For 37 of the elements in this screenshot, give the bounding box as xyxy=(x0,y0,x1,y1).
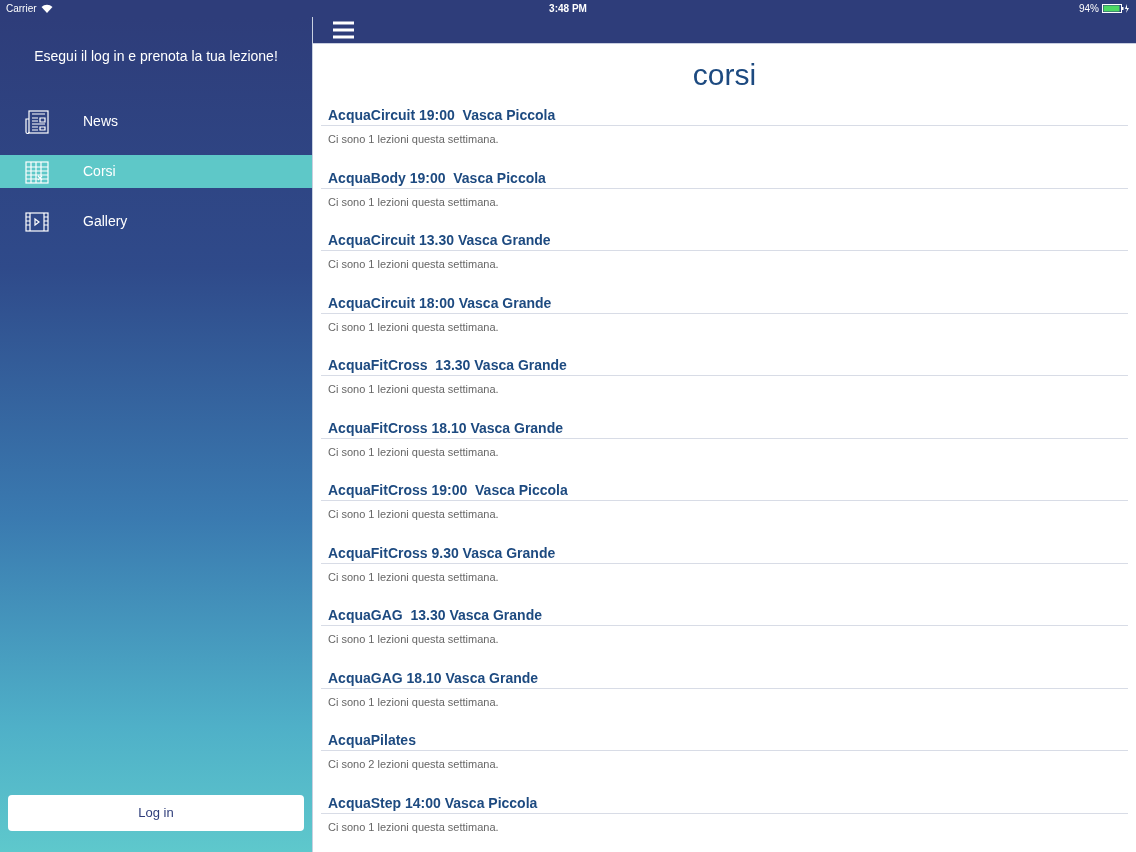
course-lessons-count: Ci sono 2 lezioni questa settimana. xyxy=(327,757,500,772)
course-title[interactable]: AcquaGAG 13.30 Vasca Grande xyxy=(321,602,1128,626)
course-lessons-count: Ci sono 1 lezioni questa settimana. xyxy=(327,694,500,710)
newspaper-icon xyxy=(24,108,50,135)
course-lessons-count: Ci sono 1 lezioni questa settimana. xyxy=(327,569,500,585)
course-title[interactable]: AcquaGAG 18.10 Vasca Grande xyxy=(321,664,1128,689)
course-title[interactable]: AcquaFitCross 18.10 Vasca Grande xyxy=(321,414,1128,439)
course-lessons-count: Ci sono 1 lezioni questa settimana. xyxy=(327,257,500,272)
course-title[interactable]: AcquaBody 19:00 Vasca Piccola xyxy=(321,164,1128,189)
carrier-label: Carrier xyxy=(6,2,37,16)
course-title[interactable]: AcquaStep 14:00 Vasca Piccola xyxy=(321,789,1128,814)
course-lessons-count: Ci sono 1 lezioni questa settimana. xyxy=(327,819,500,835)
course-lessons-count: Ci sono 1 lezioni questa settimana. xyxy=(327,382,500,397)
course-lessons-count: Ci sono 1 lezioni questa settimana. xyxy=(327,444,500,460)
course-title[interactable]: AcquaCircuit 18:00 Vasca Grande xyxy=(321,289,1128,314)
course-lessons-count: Ci sono 1 lezioni questa settimana. xyxy=(327,194,500,210)
menu-icon[interactable] xyxy=(333,21,354,39)
login-prompt: Esegui il log in e prenota la tua lezione! xyxy=(33,47,279,66)
sidebar-item[interactable]: Gallery xyxy=(0,205,312,238)
wifi-icon xyxy=(40,4,53,13)
course-title[interactable]: AcquaPilates xyxy=(321,727,1128,751)
course-lessons-count: Ci sono 1 lezioni questa settimana. xyxy=(327,632,500,647)
status-time: 3:48 PM xyxy=(549,2,587,16)
course-title[interactable]: AcquaFitCross 9.30 Vasca Grande xyxy=(321,539,1128,564)
calendar-grid-icon xyxy=(24,158,50,185)
course-title[interactable]: AcquaCircuit 13.30 Vasca Grande xyxy=(321,227,1128,251)
course-title[interactable]: AcquaCircuit 19:00 Vasca Piccola xyxy=(321,102,1128,126)
course-title[interactable]: AcquaFitCross 13.30 Vasca Grande xyxy=(321,352,1128,376)
sidebar-item[interactable]: News xyxy=(0,105,312,138)
course-lessons-count: Ci sono 1 lezioni questa settimana. xyxy=(327,507,500,522)
course-title[interactable]: AcquaFitCross 19:00 Vasca Piccola xyxy=(321,477,1128,501)
course-lessons-count: Ci sono 1 lezioni questa settimana. xyxy=(327,132,500,147)
course-lessons-count: Ci sono 1 lezioni questa settimana. xyxy=(327,319,500,335)
page-title: corsi xyxy=(691,57,758,93)
battery-charging-icon xyxy=(1102,4,1130,13)
battery-percentage: 94% xyxy=(1079,2,1099,16)
login-button[interactable]: Log in xyxy=(8,795,304,831)
